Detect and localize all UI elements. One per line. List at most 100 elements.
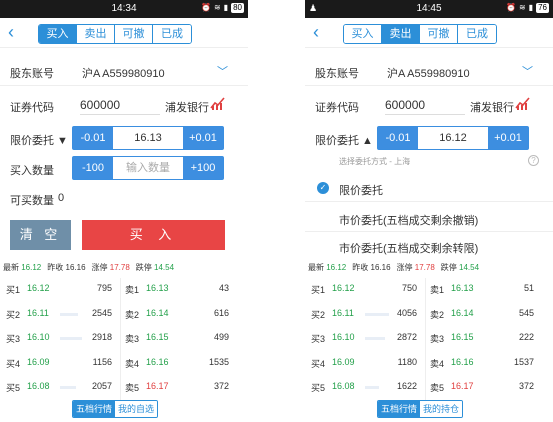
- right-phone-screen: ♟ 14:45 ⏰ ≋ ▮ 76 ‹ 买入 卖出 可撤 已成 股东账号 沪A A…: [305, 0, 553, 422]
- price-type-dropdown: 选择委托方式 - 上海 ? ✓ 限价委托 市价委托(五档成交剩余撤销) 市价委托…: [305, 152, 553, 260]
- clear-button[interactable]: 清 空: [10, 220, 71, 250]
- order-book-row[interactable]: 买3 16.10 2872 卖3 16.15 222: [305, 327, 553, 352]
- ask-volume: 43: [218, 283, 229, 293]
- quote-header: 最新 16.12 昨收 16.16 涨停 17.78 跌停 14.54: [0, 262, 248, 274]
- order-book-row[interactable]: 买2 16.11 4056 卖2 16.14 545: [305, 303, 553, 328]
- bid-label: 买2: [311, 309, 326, 320]
- signal-icon: ▮: [223, 3, 229, 12]
- tab-buy[interactable]: 买入: [344, 25, 382, 43]
- price-plus-button[interactable]: +0.01: [488, 127, 528, 149]
- tab-buy[interactable]: 买入: [39, 25, 77, 43]
- buy-button[interactable]: 买 入: [82, 220, 225, 250]
- prev-close-label: 昨收: [352, 263, 369, 272]
- available-value: 0: [58, 192, 65, 204]
- ask-volume: 1537: [513, 356, 534, 367]
- ask-volume: 51: [523, 283, 534, 293]
- order-book-row[interactable]: 买1 16.12 750 卖1 16.13 51: [305, 278, 553, 303]
- back-arrow-icon[interactable]: ‹: [8, 22, 14, 43]
- quantity-input[interactable]: 输入数量: [113, 157, 183, 179]
- option-label: 限价委托: [339, 185, 383, 197]
- bottom-tabs: 五档行情 我的持仓: [377, 400, 463, 418]
- stock-code-label: 证券代码: [10, 102, 54, 114]
- tab-filled[interactable]: 已成: [153, 25, 191, 43]
- ask-label: 卖5: [430, 383, 445, 393]
- action-buttons: 清 空 买 入: [0, 220, 248, 250]
- help-icon[interactable]: ?: [528, 155, 539, 166]
- order-book-row[interactable]: 买3 16.10 2918 卖3 16.15 499: [0, 327, 248, 352]
- bid-volume: 1180: [397, 356, 417, 367]
- account-label: 股东账号: [315, 68, 359, 80]
- quantity-minus-button[interactable]: -100: [73, 157, 113, 179]
- order-book-row[interactable]: 买4 16.09 1156 卖4 16.16 1535: [0, 352, 248, 377]
- tab-level2-quotes[interactable]: 五档行情: [73, 401, 115, 417]
- account-label: 股东账号: [10, 68, 54, 80]
- bid-price: 16.11: [27, 307, 49, 318]
- limit-up: 17.78: [109, 263, 130, 272]
- price-input[interactable]: 16.12: [418, 127, 488, 149]
- price-stepper: -0.01 16.13 +0.01: [72, 126, 224, 150]
- order-book-row[interactable]: 买5 16.08 2057 卖5 16.17 372: [0, 376, 248, 401]
- ask-volume: 372: [518, 381, 534, 391]
- price-minus-button[interactable]: -0.01: [378, 127, 418, 149]
- ask-price: 16.16: [451, 356, 474, 367]
- bid-label: 买2: [6, 309, 21, 320]
- chevron-down-icon[interactable]: ﹀: [522, 63, 533, 79]
- bid-price: 16.11: [332, 307, 354, 318]
- bid-volume: 1622: [396, 381, 417, 391]
- tab-filled[interactable]: 已成: [458, 25, 496, 43]
- tab-holdings[interactable]: 我的持仓: [420, 401, 462, 417]
- ask-label: 卖5: [125, 383, 140, 393]
- chart-icon[interactable]: [515, 96, 531, 110]
- ask-label: 卖1: [125, 285, 140, 295]
- latest-price: 16.12: [326, 263, 347, 272]
- tab-sell[interactable]: 卖出: [77, 25, 115, 43]
- back-arrow-icon[interactable]: ‹: [313, 22, 319, 43]
- price-plus-button[interactable]: +0.01: [183, 127, 223, 149]
- price-type-selector[interactable]: 限价委托 ▲: [315, 132, 373, 148]
- chevron-down-icon[interactable]: ﹀: [217, 63, 228, 79]
- price-minus-button[interactable]: -0.01: [73, 127, 113, 149]
- limit-down-label: 跌停: [440, 263, 457, 272]
- chart-icon[interactable]: [210, 96, 226, 110]
- status-bar: 14:34 ⏰ ≋ ▮ 80: [0, 0, 248, 18]
- tab-watchlist[interactable]: 我的自选: [115, 401, 157, 417]
- bid-volume: 2057: [91, 381, 112, 391]
- account-selector[interactable]: 股东账号 沪A A559980910 ﹀: [305, 56, 553, 86]
- stock-code-input[interactable]: 600000: [385, 98, 465, 115]
- order-book-row[interactable]: 买5 16.08 1622 卖5 16.17 372: [305, 376, 553, 401]
- price-input[interactable]: 16.13: [113, 127, 183, 149]
- limit-down: 14.54: [154, 263, 175, 272]
- quantity-label: 买入数量: [10, 165, 54, 177]
- bid-volume: 4056: [396, 307, 417, 318]
- option-limit-order[interactable]: ✓ 限价委托: [305, 174, 553, 202]
- order-book-row[interactable]: 买4 16.09 1180 卖4 16.16 1537: [305, 352, 553, 377]
- available-row: 可买数量 0: [0, 190, 248, 207]
- bid-price: 16.09: [332, 356, 355, 367]
- option-market-to-limit[interactable]: 市价委托(五档成交剩余转限): [305, 232, 553, 260]
- stock-code-row: 证券代码 600000 浦发银行: [0, 92, 248, 118]
- ask-price: 16.16: [146, 356, 169, 367]
- stock-code-input[interactable]: 600000: [80, 98, 160, 115]
- battery-icon: 76: [536, 3, 549, 13]
- option-market-cancel[interactable]: 市价委托(五档成交剩余撤销): [305, 204, 553, 232]
- battery-icon: 80: [231, 3, 244, 13]
- ask-volume: 616: [213, 307, 229, 318]
- order-book-row[interactable]: 买2 16.11 2545 卖2 16.14 616: [0, 303, 248, 328]
- ask-price: 16.17: [451, 381, 474, 391]
- signal-icon: ▮: [528, 3, 534, 12]
- tab-level2-quotes[interactable]: 五档行情: [378, 401, 420, 417]
- price-type-selector[interactable]: 限价委托 ▼: [10, 132, 68, 148]
- order-book-row[interactable]: 买1 16.12 795 卖1 16.13 43: [0, 278, 248, 303]
- status-bar: ♟ 14:45 ⏰ ≋ ▮ 76: [305, 0, 553, 18]
- bottom-tabs: 五档行情 我的自选: [72, 400, 158, 418]
- option-label: 市价委托(五档成交剩余转限): [339, 243, 479, 255]
- order-book: 买1 16.12 750 卖1 16.13 51 买2 16.11 4056 卖…: [305, 278, 553, 401]
- tab-sell[interactable]: 卖出: [382, 25, 420, 43]
- tab-cancelable[interactable]: 可撤: [420, 25, 458, 43]
- prev-close: 16.16: [370, 263, 391, 272]
- account-selector[interactable]: 股东账号 沪A A559980910 ﹀: [0, 56, 248, 86]
- quantity-plus-button[interactable]: +100: [183, 157, 223, 179]
- ask-price: 16.15: [451, 332, 474, 342]
- tab-cancelable[interactable]: 可撤: [115, 25, 153, 43]
- bid-volume: 2918: [91, 332, 112, 342]
